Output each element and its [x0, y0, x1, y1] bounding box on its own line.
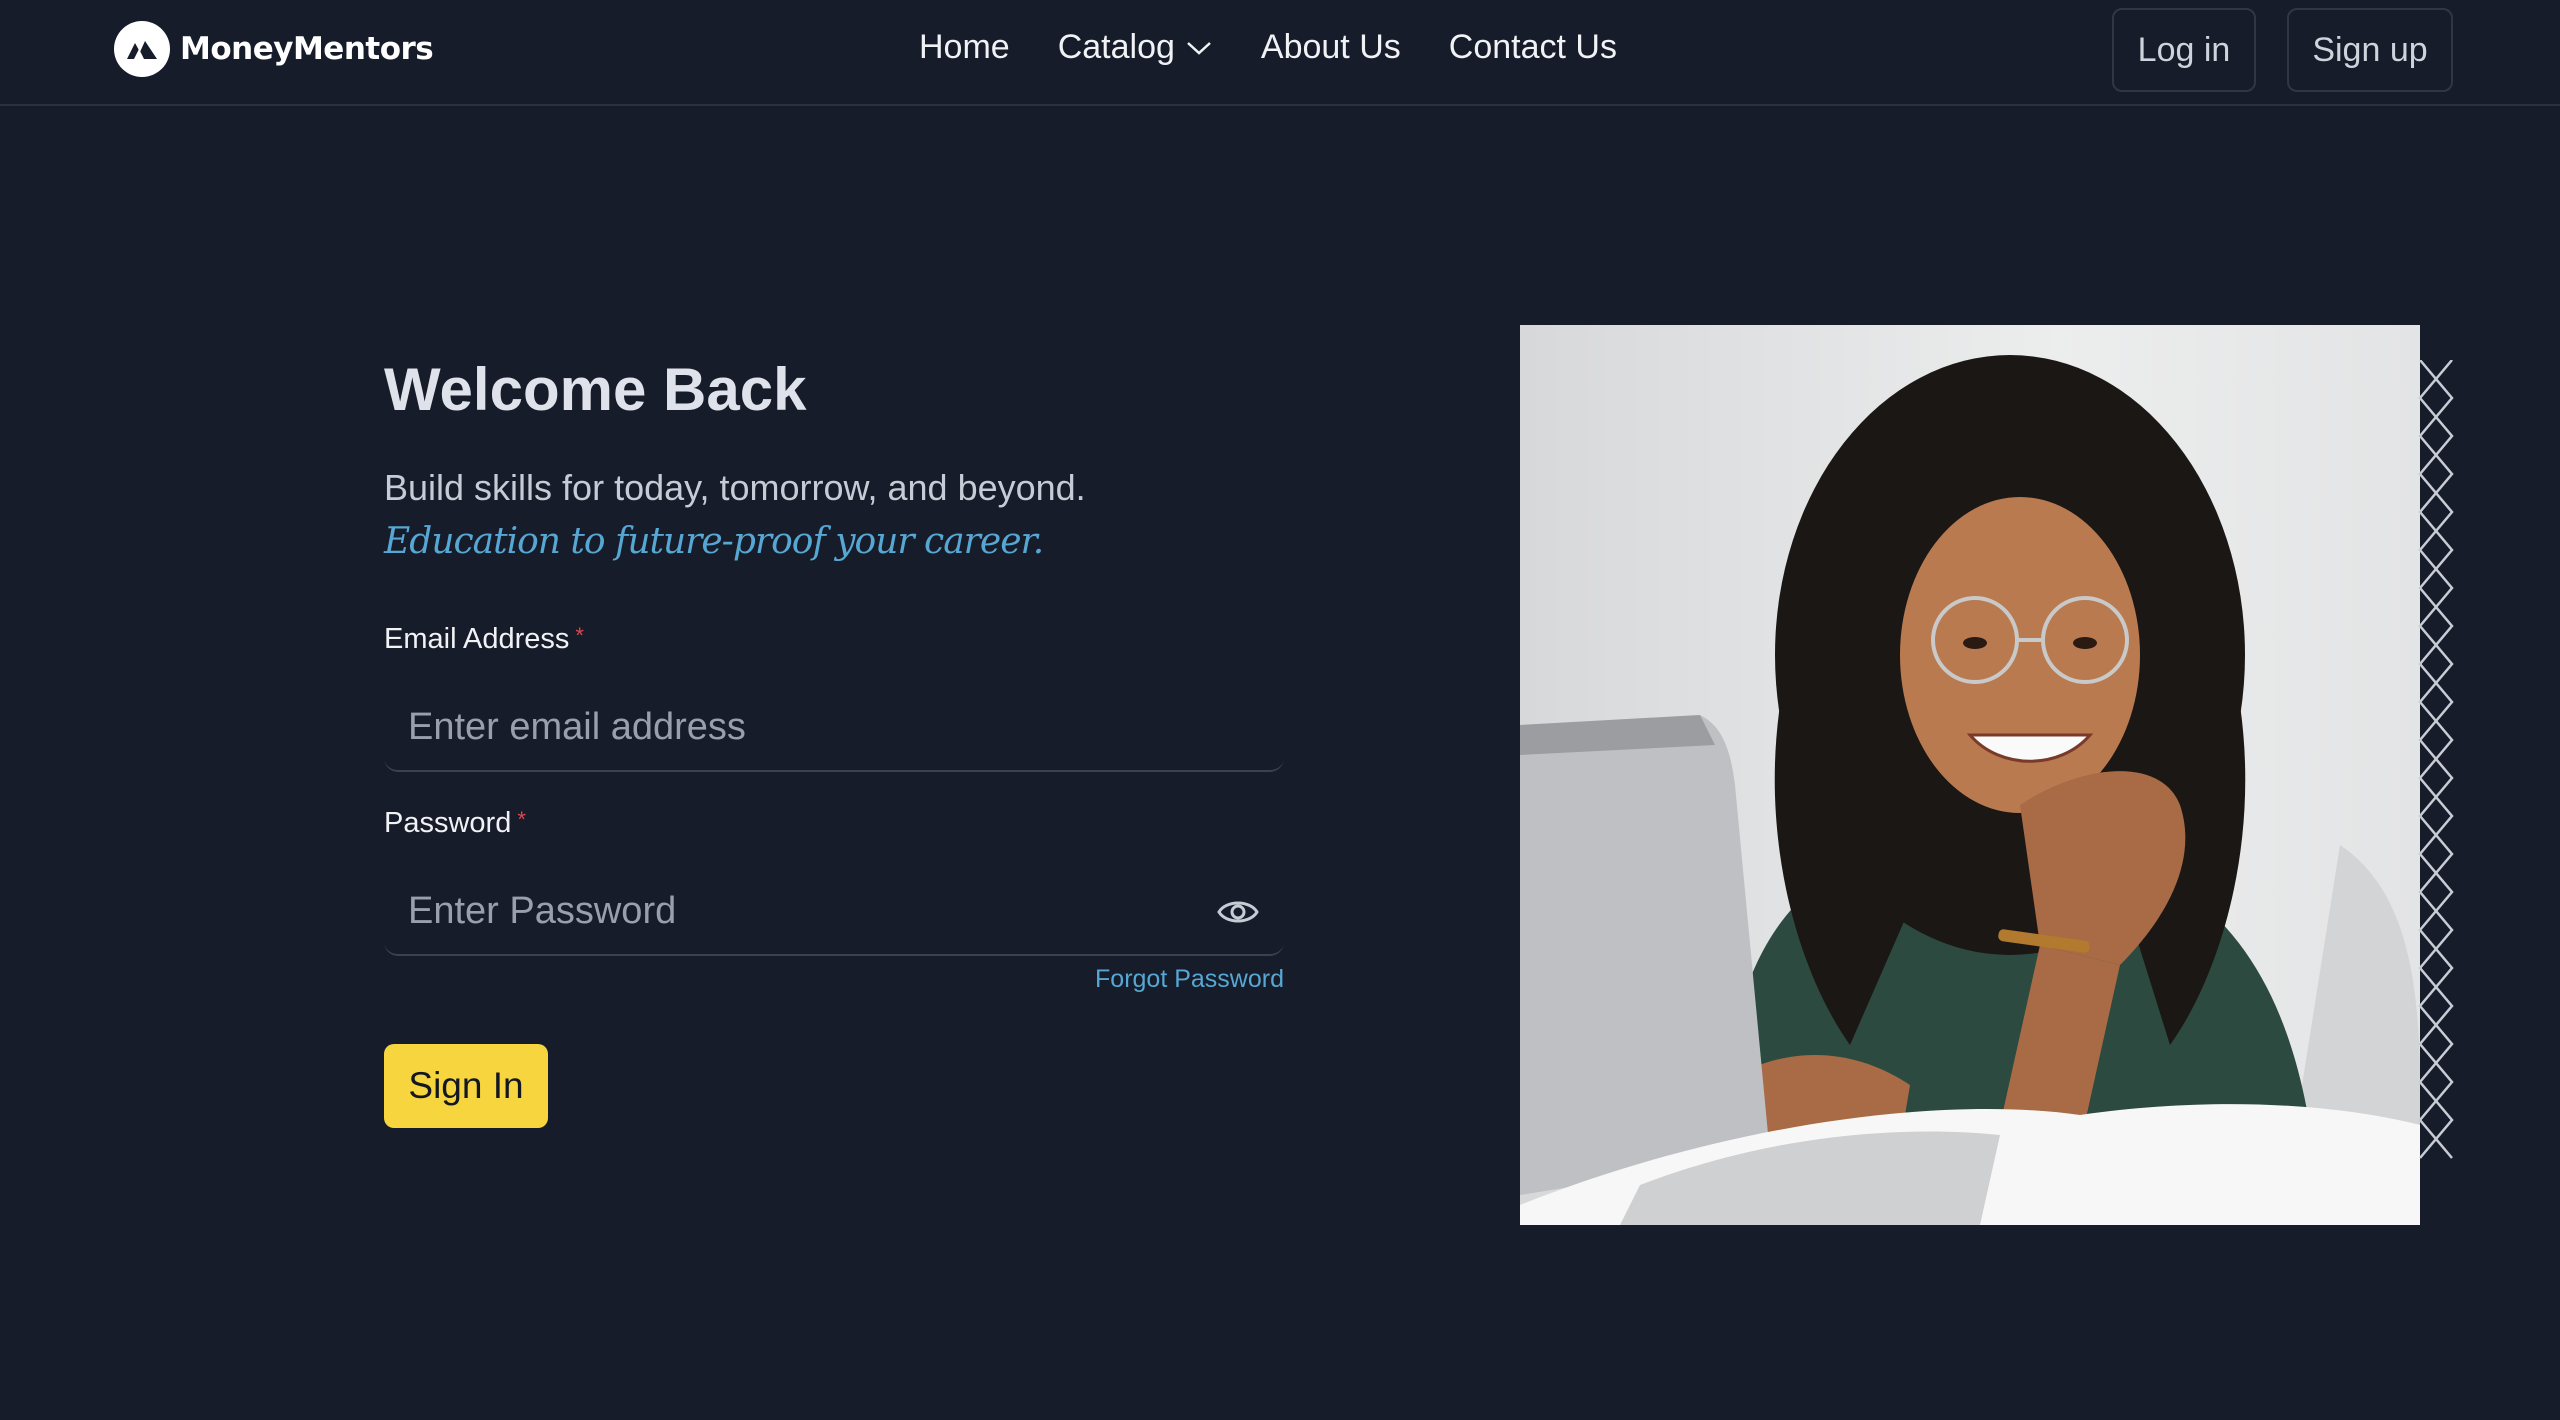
hero-photo — [1520, 325, 2420, 1225]
email-field[interactable] — [384, 684, 1284, 770]
nav-about-label: About Us — [1260, 28, 1401, 66]
required-marker: * — [575, 623, 584, 648]
page-title: Welcome Back — [384, 356, 807, 423]
main-nav: Home Catalog About Us Contact Us — [919, 28, 1617, 67]
chevron-down-icon — [1187, 41, 1211, 55]
email-label-text: Email Address — [384, 623, 570, 655]
password-field-wrapper — [384, 868, 1284, 956]
required-marker: * — [517, 807, 526, 832]
login-button[interactable]: Log in — [2112, 8, 2256, 92]
eye-icon[interactable] — [1216, 892, 1260, 932]
email-field-wrapper — [384, 684, 1284, 772]
brand-logo[interactable]: MoneyMentors — [114, 21, 434, 77]
mountain-logo-icon — [114, 21, 170, 77]
nav-catalog[interactable]: Catalog — [1058, 28, 1213, 67]
nav-home-label: Home — [919, 28, 1010, 66]
nav-contact-label: Contact Us — [1448, 28, 1617, 66]
password-field[interactable] — [384, 868, 1284, 954]
forgot-password-link[interactable]: Forgot Password — [1095, 965, 1284, 994]
signup-button[interactable]: Sign up — [2287, 8, 2453, 92]
page-subtitle: Build skills for today, tomorrow, and be… — [384, 467, 1086, 508]
nav-contact-us[interactable]: Contact Us — [1449, 28, 1617, 67]
page-tagline: Education to future-proof your career. — [384, 521, 1044, 562]
email-label: Email Address * — [384, 623, 584, 656]
brand-name: MoneyMentors — [180, 31, 434, 67]
zigzag-border-decoration — [2418, 360, 2454, 1159]
nav-catalog-label: Catalog — [1057, 28, 1175, 66]
nav-home[interactable]: Home — [919, 28, 1010, 67]
top-navbar: MoneyMentors Home Catalog About Us Conta… — [0, 0, 2560, 106]
password-label: Password * — [384, 807, 526, 840]
sign-in-button[interactable]: Sign In — [384, 1044, 548, 1128]
password-label-text: Password — [384, 807, 512, 839]
nav-about-us[interactable]: About Us — [1261, 28, 1401, 67]
